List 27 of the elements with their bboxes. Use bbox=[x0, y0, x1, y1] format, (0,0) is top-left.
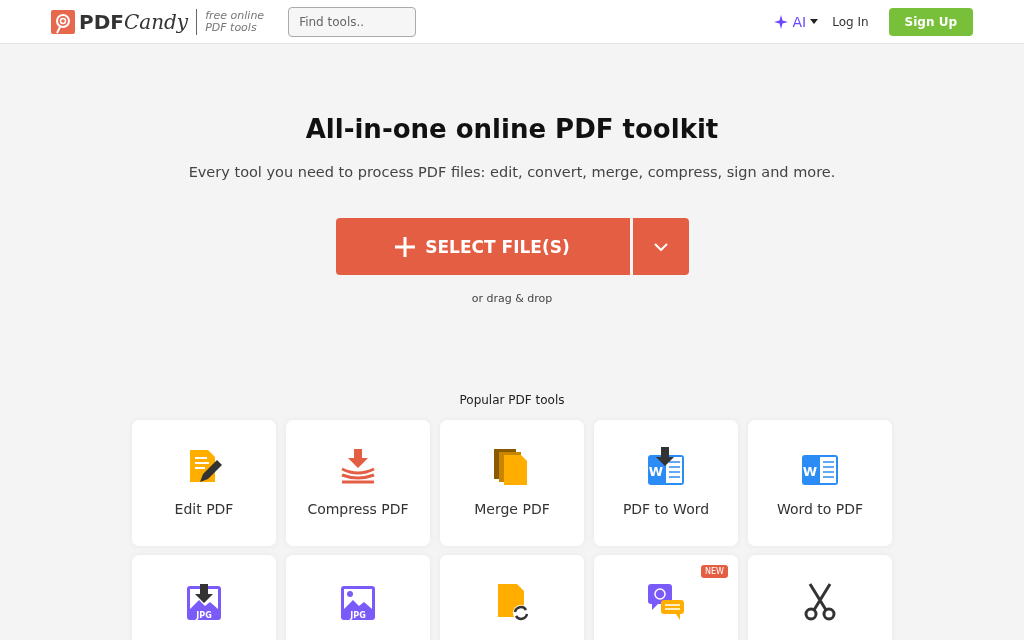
plus-icon bbox=[395, 236, 416, 257]
tool-card[interactable]: NEW bbox=[594, 555, 738, 640]
tagline: free online bbox=[205, 9, 265, 22]
tool-card[interactable]: Merge PDF bbox=[440, 420, 584, 546]
chat-bubbles-icon bbox=[646, 582, 686, 622]
search-field[interactable]: Find tools.. bbox=[288, 6, 417, 37]
sparkle-icon bbox=[774, 14, 789, 29]
drop-hint: or drag & drop bbox=[471, 292, 553, 305]
login-link[interactable]: Log In bbox=[832, 14, 869, 29]
new-badge: NEW bbox=[701, 565, 728, 578]
tool-card[interactable]: W Word to PDF bbox=[748, 420, 892, 546]
brand-name[interactable]: PDFCandy bbox=[79, 9, 189, 34]
page-title: All-in-one online PDF toolkit bbox=[305, 114, 719, 144]
ai-menu[interactable]: AI bbox=[774, 13, 819, 30]
tagline: PDF tools bbox=[205, 21, 258, 34]
chevron-down-icon bbox=[653, 242, 668, 251]
logo-icon bbox=[51, 9, 75, 34]
tool-card[interactable]: Compress PDF bbox=[286, 420, 430, 546]
tool-card[interactable]: JPG bbox=[286, 555, 430, 640]
tool-card[interactable]: JPG bbox=[132, 555, 276, 640]
page-subtitle: Every tool you need to process PDF files: edit, convert, merge, compress, sign and more. bbox=[188, 164, 836, 180]
caret-icon bbox=[810, 19, 819, 24]
tool-card[interactable]: W PDF to Word bbox=[594, 420, 738, 546]
tool-card[interactable]: Edit PDF bbox=[132, 420, 276, 546]
section-heading: Popular PDF tools bbox=[459, 393, 565, 407]
select-files-button[interactable]: SELECT FILE(S) bbox=[335, 218, 630, 275]
dropdown-button[interactable] bbox=[632, 218, 689, 275]
